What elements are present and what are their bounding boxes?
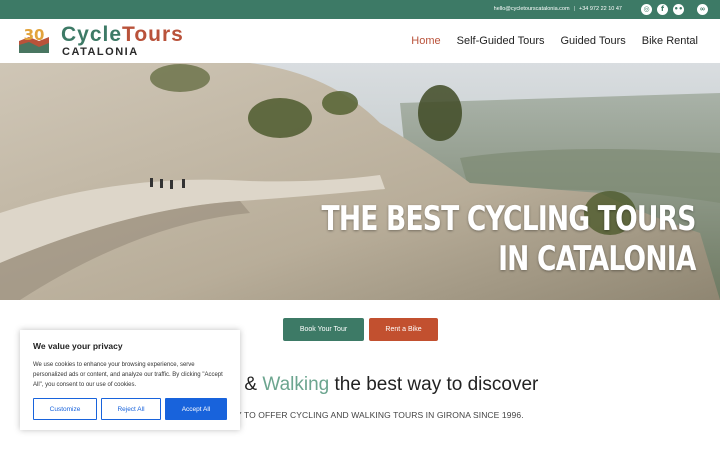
contact-email[interactable]: hello@cycletourscatalonia.com <box>494 6 570 12</box>
instagram-icon[interactable]: ◎ <box>641 4 652 15</box>
intro-subline: OMPANY TO OFFER CYCLING AND WALKING TOUR… <box>205 410 524 420</box>
logo-subname: CATALONIA <box>62 46 139 58</box>
main-nav: Home Self-Guided Tours Guided Tours Bike… <box>411 35 698 47</box>
cookie-actions: Customize Reject All Accept All <box>33 398 227 420</box>
tagline-ampersand: & <box>239 374 263 395</box>
hero-headline-line1: THE BEST CYCLING TOURS <box>321 199 697 239</box>
contact-separator: | <box>573 6 576 12</box>
logo-cycle: Cycle <box>61 23 123 46</box>
hero-headline: THE BEST CYCLING TOURS IN CATALONIA <box>321 199 697 279</box>
tagline-rest: the best way to discover <box>329 374 539 395</box>
cta-buttons: Book Your Tour Rent a Bike <box>283 318 438 341</box>
social-links: ◎ f •• ∞ <box>641 4 708 15</box>
hero-banner: THE BEST CYCLING TOURS IN CATALONIA <box>0 63 720 300</box>
cookie-accept-all-button[interactable]: Accept All <box>165 398 227 420</box>
rent-a-bike-button[interactable]: Rent a Bike <box>369 318 438 341</box>
facebook-icon[interactable]: f <box>657 4 668 15</box>
site-logo[interactable]: 30 CycleTours CATALONIA <box>17 24 184 58</box>
cookie-consent-banner: We value your privacy We use cookies to … <box>20 330 240 430</box>
tagline-walking: Walking <box>262 374 330 395</box>
cookie-body: We use cookies to enhance your browsing … <box>33 362 223 388</box>
contact-info: hello@cycletourscatalonia.com | +34 972 … <box>494 6 622 12</box>
intro-tagline: ng & Walking the best way to discover <box>218 374 538 396</box>
nav-home[interactable]: Home <box>411 35 440 47</box>
nav-self-guided-tours[interactable]: Self-Guided Tours <box>457 35 545 47</box>
nav-bike-rental[interactable]: Bike Rental <box>642 35 698 47</box>
cookie-customize-button[interactable]: Customize <box>33 398 97 420</box>
top-bar: hello@cycletourscatalonia.com | +34 972 … <box>0 0 720 19</box>
logo-mark-number: 30 <box>24 26 45 44</box>
logo-tours: Tours <box>122 23 184 46</box>
tripadvisor-icon[interactable]: ∞ <box>697 4 708 15</box>
logo-wordmark: CycleTours CATALONIA <box>61 24 184 58</box>
site-header: 30 CycleTours CATALONIA Home Self-Guided… <box>0 19 720 63</box>
cookie-reject-all-button[interactable]: Reject All <box>101 398 161 420</box>
cookie-title: We value your privacy <box>33 341 123 351</box>
logo-mark-icon: 30 <box>17 25 51 57</box>
book-your-tour-button[interactable]: Book Your Tour <box>283 318 364 341</box>
nav-guided-tours[interactable]: Guided Tours <box>561 35 626 47</box>
contact-phone[interactable]: +34 972 22 10 47 <box>579 6 622 12</box>
flickr-icon[interactable]: •• <box>673 4 684 15</box>
hero-headline-line2: IN CATALONIA <box>498 239 696 279</box>
